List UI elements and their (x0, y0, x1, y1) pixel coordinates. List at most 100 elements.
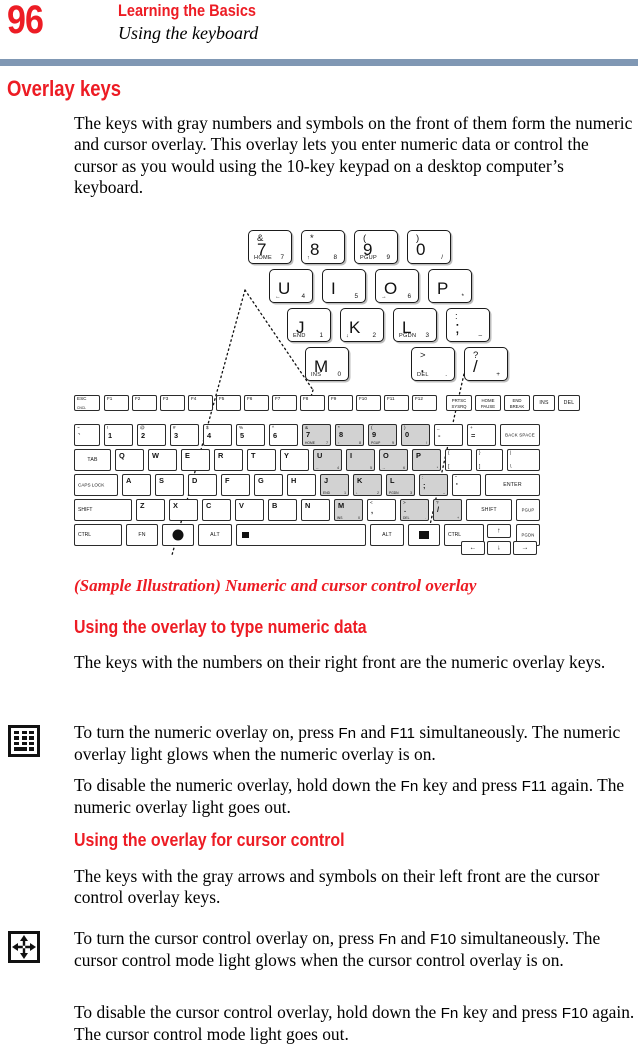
kbd-key-tab: TAB (74, 449, 111, 471)
kbd-key-u-overlay: U ← 4 (313, 449, 342, 471)
kbd-key-f3: F3 (160, 395, 185, 411)
cursor-arrows-icon (8, 931, 40, 963)
kbd-key-backslash-label: \ (510, 464, 512, 470)
kbd-key-lctrl: CTRL (74, 524, 122, 546)
kbd-key-rightbracket: } ] (476, 449, 503, 471)
intro-paragraph: The keys with gray numbers and symbols o… (74, 113, 633, 198)
kbd-key-arrow-down: ↓ (487, 541, 511, 555)
kbd-key-q: Q (115, 449, 144, 471)
kbd-key-o-overlay: O → 6 (379, 449, 408, 471)
kbd-key-p-overlay-right: * (436, 466, 438, 470)
kbd-key-1: ! 1 (104, 424, 133, 446)
kbd-key-backtick-label: ` (78, 432, 81, 441)
kbd-key-f8: F8 (300, 395, 325, 411)
magnified-key-8-lowerleft: ↑ (307, 255, 311, 261)
numeric-off-fn-key: Fn (400, 778, 419, 795)
kbd-key-l-label: L (390, 476, 395, 485)
kbd-key-backspace-label: BACK SPACE (505, 432, 535, 438)
kbd-key-f3-label: F3 (163, 396, 169, 401)
kbd-key-v-label: V (239, 501, 244, 510)
kbd-key-arrow-left: ← (461, 541, 485, 555)
kbd-key-8-label: 8 (339, 430, 344, 439)
kbd-key-n: N (301, 499, 330, 521)
kbd-key-c-label: C (206, 501, 212, 510)
magnified-key-l: L PGDN 3 (393, 308, 437, 342)
kbd-key-k-label: K (357, 476, 363, 485)
kbd-key-i-label: I (350, 451, 353, 460)
magnified-key-slash: ? / + (464, 347, 508, 381)
numeric-off-f11-key: F11 (521, 778, 547, 795)
kbd-key-q-label: Q (119, 451, 125, 460)
kbd-key-f2-label: F2 (135, 396, 141, 401)
kbd-key-lalt-label: ALT (210, 532, 220, 538)
kbd-key-f10-label: F10 (359, 396, 367, 401)
numeric-on-fn-key: Fn (338, 725, 357, 742)
magnified-key-m-lowerleft: INS (311, 372, 322, 378)
magnified-key-l-lowerleft: PGDN (399, 333, 417, 339)
header-section-title: Using the keyboard (118, 23, 259, 43)
kbd-key-r: R (214, 449, 243, 471)
kbd-key-quote-label: ' (456, 481, 458, 490)
magnified-key-9-lowerright: 9 (386, 254, 390, 261)
kbd-key-prtsc-label: PRTSC (451, 398, 467, 403)
kbd-key-period-overlay: > . DEL . (400, 499, 429, 521)
magnified-key-0-lowerright: / (441, 254, 443, 261)
kbd-key-z: Z (136, 499, 165, 521)
kbd-key-arrow-down-label: ↓ (497, 544, 501, 552)
cursor-on-f10-key: F10 (430, 931, 457, 948)
keyboard-illustration: & 7 HOME 7 * 8 ↑ 8 ( 9 PGUP 9 ) 0 / U ← … (0, 225, 638, 570)
cursor-on-fn-key: Fn (378, 931, 397, 948)
magnified-key-k-lowerleft: ↓ (346, 333, 350, 339)
kbd-key-comma-label: , (371, 506, 374, 515)
kbd-key-d-label: D (192, 476, 198, 485)
kbd-key-period-label: . (404, 505, 407, 514)
kbd-key-quote-shift: " (455, 475, 457, 480)
kbd-key-f4-label: F4 (191, 396, 197, 401)
magnified-key-o: O → 6 (375, 269, 419, 303)
page-title: Overlay keys (7, 76, 122, 101)
kbd-key-l-overlay-left: PGDN (389, 491, 399, 495)
document-page: 96 Learning the Basics Using the keyboar… (0, 0, 638, 1053)
kbd-key-i-overlay-right: 5 (370, 466, 372, 470)
numeric-on-text-1: To turn the numeric overlay on, press (74, 722, 339, 742)
kbd-key-period-overlay-right: . (425, 516, 426, 520)
kbd-key-end-label: END (512, 398, 522, 403)
kbd-key-f7: F7 (272, 395, 297, 411)
kbd-key-8-overlay: * 8 ↑ 8 (335, 424, 364, 446)
numeric-off-text-1: To disable the numeric overlay, hold dow… (74, 775, 401, 795)
kbd-key-f6-label: F6 (247, 396, 253, 401)
kbd-key-m-overlay-right: 0 (358, 516, 360, 520)
kbd-key-0-overlay: ) 0 / (401, 424, 430, 446)
kbd-key-g: G (254, 474, 283, 496)
section-heading-numeric: Using the overlay to type numeric data (74, 616, 367, 637)
kbd-key-capslock-label: CAPS LOCK (78, 482, 105, 488)
kbd-key-minus-label: - (438, 431, 441, 440)
kbd-key-arrow-right-label: → (521, 544, 529, 552)
magnified-key-9: ( 9 PGUP 9 (354, 230, 398, 264)
kbd-key-t: T (247, 449, 276, 471)
kbd-key-4: $ 4 (203, 424, 232, 446)
kbd-key-rightbracket-label: ] (479, 464, 481, 470)
kbd-key-pgup: PGUP (516, 499, 540, 521)
cursor-off-fn-key: Fn (440, 1005, 459, 1022)
kbd-key-semicolon-overlay-right: – (443, 491, 445, 495)
kbd-key-p-overlay: P * (412, 449, 441, 471)
kbd-key-9-overlay-right: 9 (392, 441, 394, 445)
kbd-key-3-label: 3 (174, 431, 179, 440)
kbd-key-u-overlay-right: 4 (337, 466, 339, 470)
kbd-key-semicolon-overlay: : ; – (419, 474, 448, 496)
magnified-key-slash-label: / (473, 357, 478, 376)
kbd-key-f1-label: F1 (107, 396, 113, 401)
magnified-key-0-label: 0 (416, 240, 426, 259)
kbd-key-del: DEL (558, 395, 580, 411)
kbd-key-pgup-label: PGUP (521, 507, 535, 513)
magnified-key-m: M INS 0 (305, 347, 349, 381)
numeric-off-paragraph: To disable the numeric overlay, hold dow… (74, 775, 636, 819)
numeric-keypad-icon (8, 725, 40, 757)
kbd-key-j-label: J (324, 476, 329, 485)
kbd-key-f9-label: F9 (331, 396, 337, 401)
kbd-key-ralt-label: ALT (382, 532, 392, 538)
kbd-key-m-overlay: M INS 0 (334, 499, 363, 521)
windows-logo-icon (172, 529, 184, 541)
kbd-key-e: E (181, 449, 210, 471)
